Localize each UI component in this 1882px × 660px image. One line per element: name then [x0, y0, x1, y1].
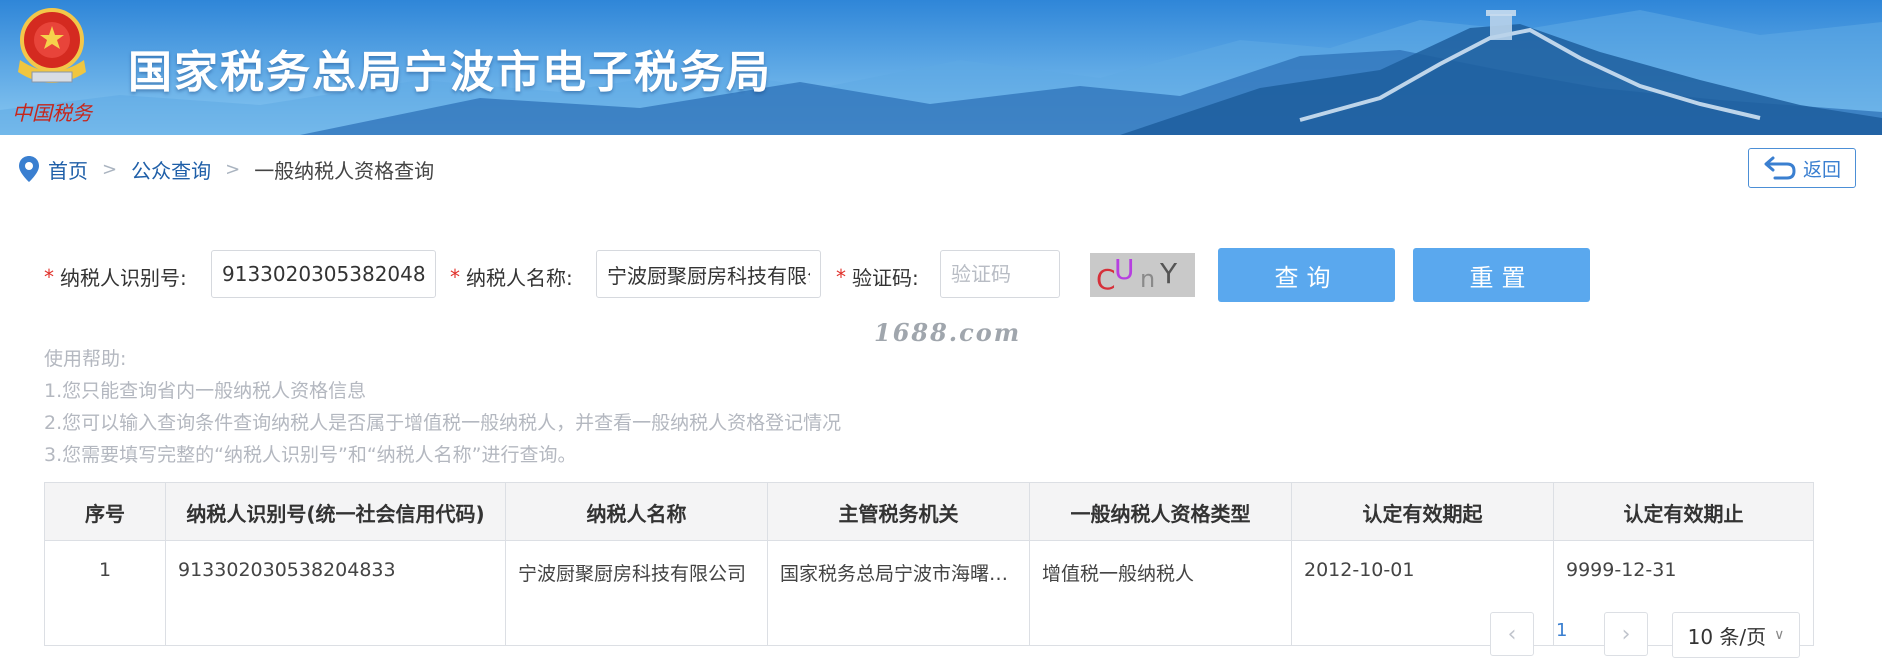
captcha-image[interactable]: C U n Y [1090, 253, 1195, 297]
breadcrumb-separator: > [102, 158, 118, 180]
page-size-select[interactable]: 10 条/页 ∨ [1672, 612, 1800, 658]
taxpayer-id-label-text: 纳税人识别号: [60, 266, 187, 290]
table-row: 1 913302030538204833 宁波厨聚厨房科技有限公司 国家税务总局… [45, 541, 1813, 645]
query-button[interactable]: 查询 [1218, 248, 1395, 302]
site-title: 国家税务总局宁波市电子税务局 [128, 47, 772, 98]
captcha-input[interactable] [940, 250, 1060, 298]
tax-emblem-logo: 中国税务 [12, 8, 94, 125]
column-header-index: 序号 [45, 483, 166, 541]
next-page-button[interactable]: › [1604, 612, 1648, 656]
taxpayer-id-label: * 纳税人识别号: [44, 262, 187, 291]
captcha-char-u: U [1114, 253, 1135, 286]
breadcrumb-current: 一般纳税人资格查询 [254, 158, 435, 183]
help-line: 1.您只能查询省内一般纳税人资格信息 [44, 380, 367, 402]
taxpayer-name-label-text: 纳税人名称: [466, 266, 573, 290]
captcha-label: * 验证码: [836, 262, 919, 291]
required-mark: * [44, 264, 54, 289]
location-pin-icon [19, 156, 39, 182]
column-header-taxpayer-id: 纳税人识别号(统一社会信用代码) [166, 483, 506, 541]
captcha-glyphs: C U n Y [1096, 253, 1178, 296]
captcha-char-c: C [1096, 263, 1116, 296]
captcha-char-n: n [1140, 265, 1155, 293]
help-title: 使用帮助: [44, 348, 127, 370]
cell-tax-authority-text: 国家税务总局宁波市海曙区税务局 [780, 563, 1017, 585]
cell-taxpayer-name: 宁波厨聚厨房科技有限公司 [506, 541, 768, 645]
prev-page-button[interactable]: ‹ [1490, 612, 1534, 656]
column-header-valid-from: 认定有效期起 [1292, 483, 1554, 541]
help-line: 2.您可以输入查询条件查询纳税人是否属于增值税一般纳税人，并查看一般纳税人资格登… [44, 412, 842, 434]
emblem-text: 中国税务 [12, 101, 94, 125]
chevron-down-icon: ∨ [1774, 627, 1785, 643]
cell-index: 1 [45, 541, 166, 645]
column-header-tax-authority: 主管税务机关 [768, 483, 1030, 541]
column-header-taxpayer-name: 纳税人名称 [506, 483, 768, 541]
page-size-value: 10 条/页 [1687, 624, 1767, 649]
help-line: 3.您需要填写完整的“纳税人识别号”和“纳税人名称”进行查询。 [44, 444, 577, 466]
usage-help: 使用帮助: 1.您只能查询省内一般纳税人资格信息 2.您可以输入查询条件查询纳税… [44, 343, 841, 471]
table-header-row: 序号 纳税人识别号(统一社会信用代码) 纳税人名称 主管税务机关 一般纳税人资格… [45, 483, 1813, 541]
cell-taxpayer-name-text: 宁波厨聚厨房科技有限公司 [518, 563, 747, 585]
return-arrow-icon [1764, 156, 1796, 180]
taxpayer-id-input[interactable] [211, 250, 436, 298]
breadcrumb-public-query-link[interactable]: 公众查询 [131, 155, 211, 184]
reset-button[interactable]: 重置 [1413, 248, 1590, 302]
taxpayer-name-label: * 纳税人名称: [450, 262, 573, 291]
results-table: 序号 纳税人识别号(统一社会信用代码) 纳税人名称 主管税务机关 一般纳税人资格… [44, 482, 1814, 646]
breadcrumb-separator: > [225, 158, 241, 180]
cell-tax-authority: 国家税务总局宁波市海曙区税务局 [768, 541, 1030, 645]
cell-taxpayer-id: 913302030538204833 [166, 541, 506, 645]
required-mark: * [836, 264, 846, 289]
header-banner: 中国税务 国家税务总局宁波市电子税务局 [0, 0, 1882, 135]
back-button[interactable]: 返回 [1748, 148, 1856, 188]
column-header-valid-to: 认定有效期止 [1623, 501, 1744, 526]
taxpayer-name-input[interactable] [596, 250, 821, 298]
cell-qualification-type: 增值税一般纳税人 [1030, 541, 1292, 645]
back-button-label: 返回 [1802, 158, 1841, 181]
required-mark: * [450, 264, 460, 289]
breadcrumb-home-link[interactable]: 首页 [48, 155, 88, 184]
breadcrumb: 首页 > 公众查询 > 一般纳税人资格查询 [18, 152, 434, 186]
captcha-char-y: Y [1159, 257, 1178, 290]
column-header-qualification-type: 一般纳税人资格类型 [1030, 483, 1292, 541]
current-page-number[interactable]: 1 [1556, 620, 1567, 641]
watermark: 1688.com [874, 318, 1022, 347]
captcha-label-text: 验证码: [852, 266, 919, 290]
